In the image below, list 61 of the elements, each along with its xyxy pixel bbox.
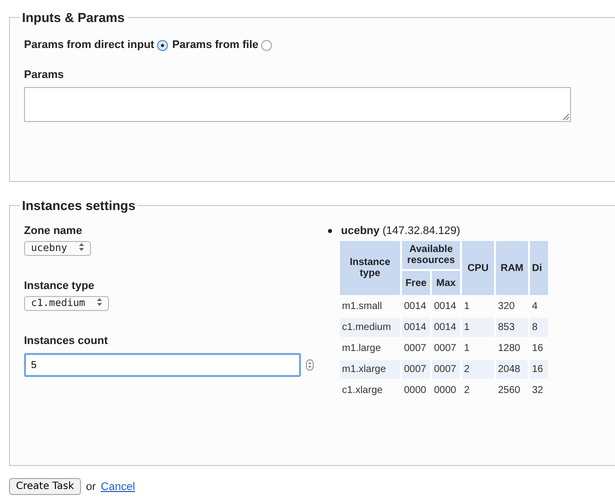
table-cell: 0014 bbox=[432, 318, 460, 337]
table-cell: 16 bbox=[530, 360, 548, 379]
radio-button[interactable] bbox=[157, 40, 168, 50]
table-cell-text: 32 bbox=[531, 384, 544, 398]
table-cell: 8 bbox=[530, 318, 548, 337]
updown-icon bbox=[79, 243, 84, 251]
table-cell-text: 4 bbox=[531, 300, 539, 314]
or-text: or bbox=[86, 480, 96, 492]
table-cell: 1 bbox=[462, 318, 494, 337]
table-cell-text: 0000 bbox=[433, 384, 458, 398]
create-task-button[interactable]: Create Task bbox=[9, 478, 81, 495]
table-cell: 0014 bbox=[402, 318, 430, 337]
spinner-icon[interactable] bbox=[306, 359, 314, 371]
table-cell-text: 1 bbox=[463, 342, 471, 356]
table-cell-text: 2 bbox=[463, 384, 471, 398]
table-cell-text: 1280 bbox=[497, 342, 522, 356]
zone-select[interactable]: ucebny bbox=[24, 241, 92, 256]
params-field[interactable] bbox=[24, 87, 571, 122]
table-cell-text: 0007 bbox=[403, 342, 428, 356]
table-cell-text: 1 bbox=[463, 300, 471, 314]
table-cell: m1.xlarge bbox=[340, 360, 400, 379]
resize-grip-icon[interactable] bbox=[562, 113, 569, 120]
column-header: Instance type bbox=[340, 241, 400, 295]
column-header: Di bbox=[530, 241, 548, 295]
table-cell-text: m1.small bbox=[341, 300, 384, 314]
radio-option[interactable]: Params from direct input bbox=[24, 39, 168, 51]
section-title: Inputs & Params bbox=[21, 10, 126, 25]
table-cell-text: c1.xlarge bbox=[341, 384, 384, 398]
column-header: CPU bbox=[462, 241, 494, 295]
table-cell-text: m1.large bbox=[341, 342, 382, 356]
zone-name: ucebny bbox=[341, 225, 380, 237]
table-cell: 0007 bbox=[402, 360, 430, 379]
radio-button[interactable] bbox=[261, 40, 272, 50]
table-cell-text: 0000 bbox=[403, 384, 428, 398]
field-label: Params bbox=[24, 69, 65, 81]
column-header: Max bbox=[432, 271, 460, 295]
count-field[interactable]: 5 bbox=[24, 353, 302, 377]
type-select[interactable]: c1.medium bbox=[24, 296, 110, 311]
table-cell-text: 320 bbox=[497, 300, 516, 314]
table-cell-text: 2560 bbox=[497, 384, 522, 398]
cancel-link[interactable]: Cancel bbox=[100, 480, 136, 492]
table-cell-text: 0014 bbox=[433, 300, 458, 314]
table-cell-text: 0014 bbox=[403, 300, 428, 314]
table-cell: 853 bbox=[496, 318, 528, 337]
table-cell: 2 bbox=[462, 360, 494, 379]
radio-option[interactable]: Params from file bbox=[172, 39, 272, 51]
column-header: RAM bbox=[496, 241, 528, 295]
table-cell: 0007 bbox=[432, 360, 460, 379]
bullet-icon bbox=[328, 229, 332, 233]
section-title: Instances settings bbox=[21, 198, 136, 213]
table-cell-text: 16 bbox=[531, 342, 544, 356]
zone-address: (147.32.84.129) bbox=[382, 225, 460, 237]
table-cell: 2048 bbox=[496, 360, 528, 379]
column-header: Available resources bbox=[402, 241, 460, 269]
table-cell: c1.medium bbox=[340, 318, 400, 337]
field-label: Instances count bbox=[24, 335, 109, 347]
column-header: Free bbox=[402, 271, 430, 295]
field-label: Instance type bbox=[24, 280, 96, 292]
field-label: Zone name bbox=[24, 225, 84, 237]
table-cell-text: 0007 bbox=[433, 342, 458, 356]
updown-icon bbox=[97, 298, 102, 306]
